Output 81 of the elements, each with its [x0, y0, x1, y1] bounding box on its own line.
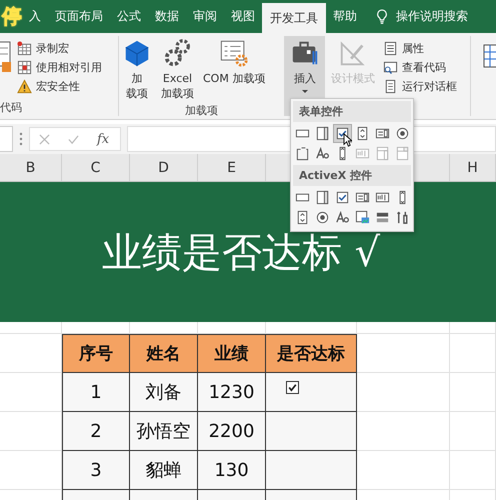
ribbon-button[interactable]: Excel 加载项 [158, 36, 197, 103]
spreadsheet-icon [17, 41, 32, 56]
table-cell: 2 [62, 412, 130, 451]
menu-section-title: ActiveX 控件 [293, 165, 411, 186]
ribbon-button[interactable]: 运行对话框 [381, 78, 459, 95]
label-control-icon [335, 210, 350, 225]
checklist-icon [219, 38, 250, 68]
group-label: 加载项 [184, 103, 219, 119]
tell-me-search[interactable]: 操作说明搜索 [396, 8, 468, 25]
grid-icon [17, 60, 32, 75]
warning-icon [17, 79, 32, 94]
ribbon-tab[interactable]: 帮助 [326, 0, 364, 33]
column-header[interactable]: H [467, 160, 478, 176]
dialog-icon [383, 79, 398, 94]
lightbulb-icon[interactable] [376, 8, 388, 25]
table-cell: 貂蝉 [130, 451, 198, 490]
tools-icon [395, 210, 410, 225]
ribbon-tab[interactable]: 开发工具 [262, 3, 326, 33]
column-header[interactable]: B [26, 160, 36, 176]
combo-list-icon [375, 146, 390, 161]
column-header[interactable]: E [227, 160, 236, 176]
table-cell: 1230 [198, 373, 266, 412]
table-cell: 130 [198, 451, 266, 490]
table-cell: 1 [62, 373, 130, 412]
group-box-icon [295, 146, 310, 161]
header-cell: 业绩 [198, 334, 266, 373]
more-icon[interactable] [19, 132, 23, 146]
checkbox[interactable] [286, 380, 299, 394]
ribbon-tab[interactable]: 视图 [224, 0, 262, 33]
list-box-icon [375, 126, 390, 141]
text-field-icon [375, 190, 390, 205]
ribbon-button[interactable]: 加 载项 [119, 36, 155, 103]
column-header[interactable]: D [158, 160, 169, 176]
ribbon-tab[interactable]: 公式 [110, 0, 148, 33]
menu-section-title: 表单控件 [293, 101, 411, 122]
grid-cell [450, 322, 496, 334]
ribbon-tab[interactable]: 审阅 [186, 0, 224, 33]
grid-cell [450, 334, 496, 373]
group-label: 代码 [0, 100, 23, 116]
view-code-icon [383, 60, 398, 75]
ribbon-button[interactable]: 录制宏 [15, 40, 104, 57]
list-box-icon [355, 190, 370, 205]
insert-function-button[interactable]: fx [97, 132, 110, 146]
checkbox-icon [335, 190, 350, 205]
header-cell: 姓名 [130, 334, 198, 373]
ribbon-button[interactable]: 使用相对引用 [15, 59, 104, 76]
properties-icon [383, 41, 398, 56]
ribbon-tab[interactable]: 入 [22, 0, 48, 33]
ribbon-tab[interactable]: 页面布局 [48, 0, 110, 33]
combo-box-icon [315, 190, 330, 205]
option-button-icon [395, 126, 410, 141]
table-cell: 刘备 [130, 373, 198, 412]
mouse-cursor-icon [343, 133, 352, 147]
ribbon-tab[interactable]: 数据 [148, 0, 186, 33]
text-field-icon [355, 146, 370, 161]
grid-cell [0, 322, 62, 334]
banner-title: 业绩是否达标 √ [102, 228, 380, 278]
caret-icon [301, 89, 309, 94]
combo-box-icon [315, 126, 330, 141]
toggle-button-icon [375, 210, 390, 225]
grid-cell [450, 412, 496, 451]
image-control-icon [355, 210, 370, 225]
spin-button-icon [355, 126, 370, 141]
spin-button-icon [295, 210, 310, 225]
option-button-icon [315, 210, 330, 225]
table-cell: 孙悟空 [130, 412, 198, 451]
ribbon-button[interactable]: 属性 [381, 40, 459, 57]
column-header[interactable]: C [90, 160, 100, 176]
ribbon-button[interactable]: COM 加载项 [200, 36, 268, 103]
table-cell: 3 [62, 451, 130, 490]
table-cell: 2200 [198, 412, 266, 451]
combo-drop-down-icon [395, 146, 410, 161]
header-cell: 是否达标 [266, 334, 357, 373]
ribbon-button[interactable]: 宏安全性 [15, 78, 104, 95]
gears-icon [162, 38, 192, 68]
grid-cell [450, 451, 496, 490]
label-control-icon [315, 146, 330, 161]
ribbon-button[interactable]: 查看代码 [381, 59, 459, 76]
grid-cell [450, 373, 496, 412]
header-cell: 序号 [62, 334, 130, 373]
overlay-label: 停 [2, 3, 22, 30]
